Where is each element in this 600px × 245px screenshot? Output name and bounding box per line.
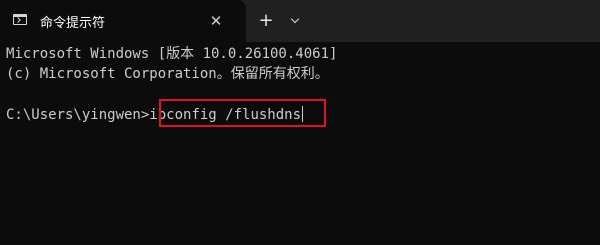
tab-dropdown-button[interactable] — [285, 11, 307, 31]
console-line-copyright: (c) Microsoft Corporation。保留所有权利。 — [6, 66, 329, 82]
terminal-icon — [13, 14, 27, 25]
command-highlight-box — [159, 99, 326, 127]
terminal-window: 命令提示符 ✕ + Microsoft Windows [版本 10.0.261… — [0, 0, 600, 245]
tab-title: 命令提示符 — [40, 16, 106, 31]
console-line-version: Microsoft Windows [版本 10.0.26100.4061] — [6, 46, 338, 62]
tab-command-prompt[interactable]: 命令提示符 ✕ — [0, 0, 246, 42]
console-area[interactable]: Microsoft Windows [版本 10.0.26100.4061] (… — [0, 42, 600, 245]
prompt-text: C:\Users\yingwen> — [6, 107, 150, 123]
close-icon[interactable]: ✕ — [207, 12, 225, 30]
chevron-down-icon — [290, 14, 300, 24]
new-tab-button[interactable]: + — [255, 11, 277, 31]
tab-bar: 命令提示符 ✕ + — [0, 0, 600, 42]
